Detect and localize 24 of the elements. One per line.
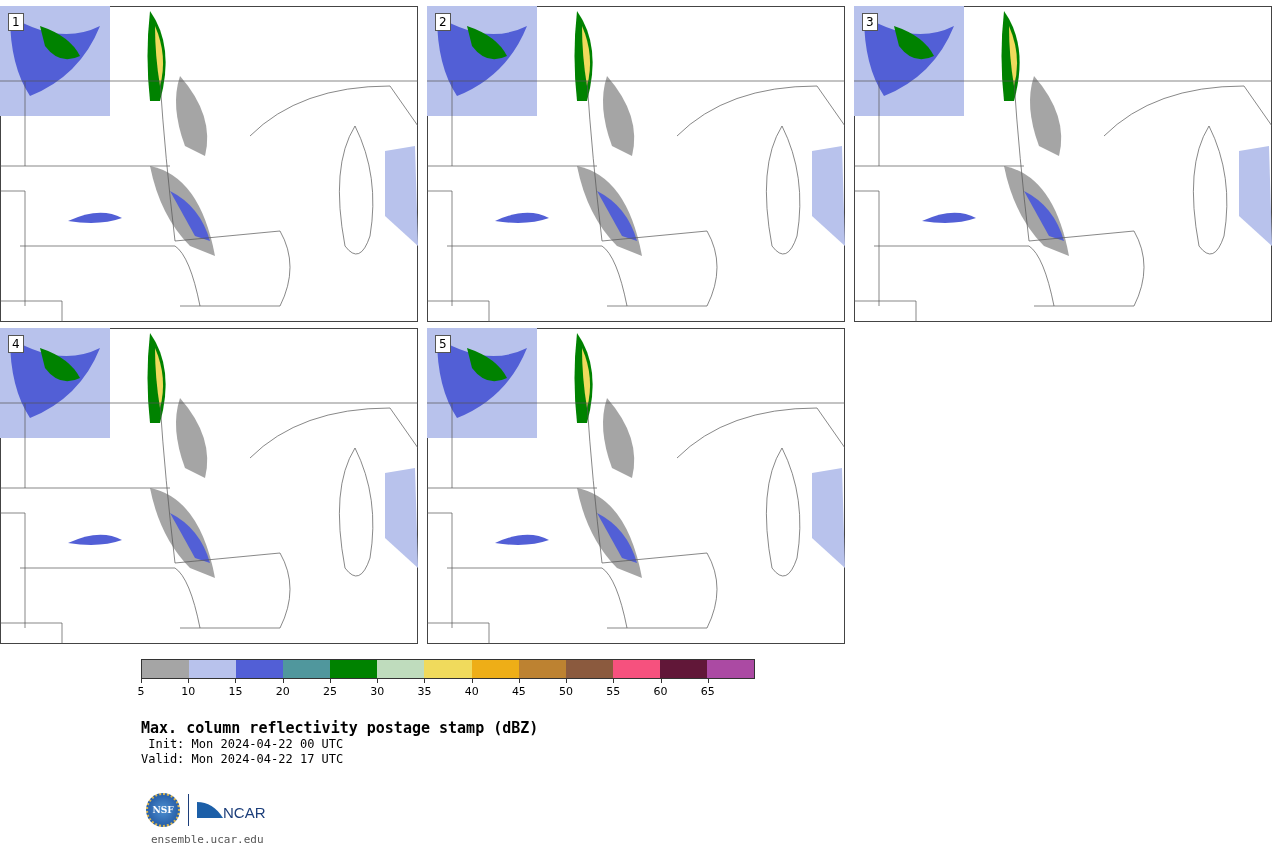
tick-label: 65: [700, 685, 715, 698]
tick-label: 10: [181, 685, 196, 698]
swoosh-icon: [197, 800, 223, 820]
panel-number: 3: [862, 13, 878, 31]
tick-label: 60: [653, 685, 668, 698]
tick-label: 5: [137, 685, 145, 698]
tick-label: 30: [370, 685, 385, 698]
valid-time: Valid: Mon 2024-04-22 17 UTC: [141, 752, 345, 767]
tick-label: 20: [275, 685, 290, 698]
logo-text: NCAR: [223, 803, 266, 821]
panel-number: 2: [435, 13, 451, 31]
panel-number: 1: [8, 13, 24, 31]
chart-title: Max. column reflectivity postage stamp (dBZ): [141, 719, 540, 737]
tick-label: 15: [228, 685, 243, 698]
init-time: Init: Mon 2024-04-22 00 UTC: [147, 737, 345, 752]
tick-label: 35: [417, 685, 432, 698]
tick-label: 25: [322, 685, 337, 698]
panel-number: 4: [8, 335, 24, 353]
tick-label: 50: [559, 685, 574, 698]
panel-number: 5: [435, 335, 451, 353]
tick-label: 45: [511, 685, 526, 698]
tick-label: 55: [606, 685, 621, 698]
tick-label: 40: [464, 685, 479, 698]
globe-logo: NSF: [146, 793, 180, 827]
